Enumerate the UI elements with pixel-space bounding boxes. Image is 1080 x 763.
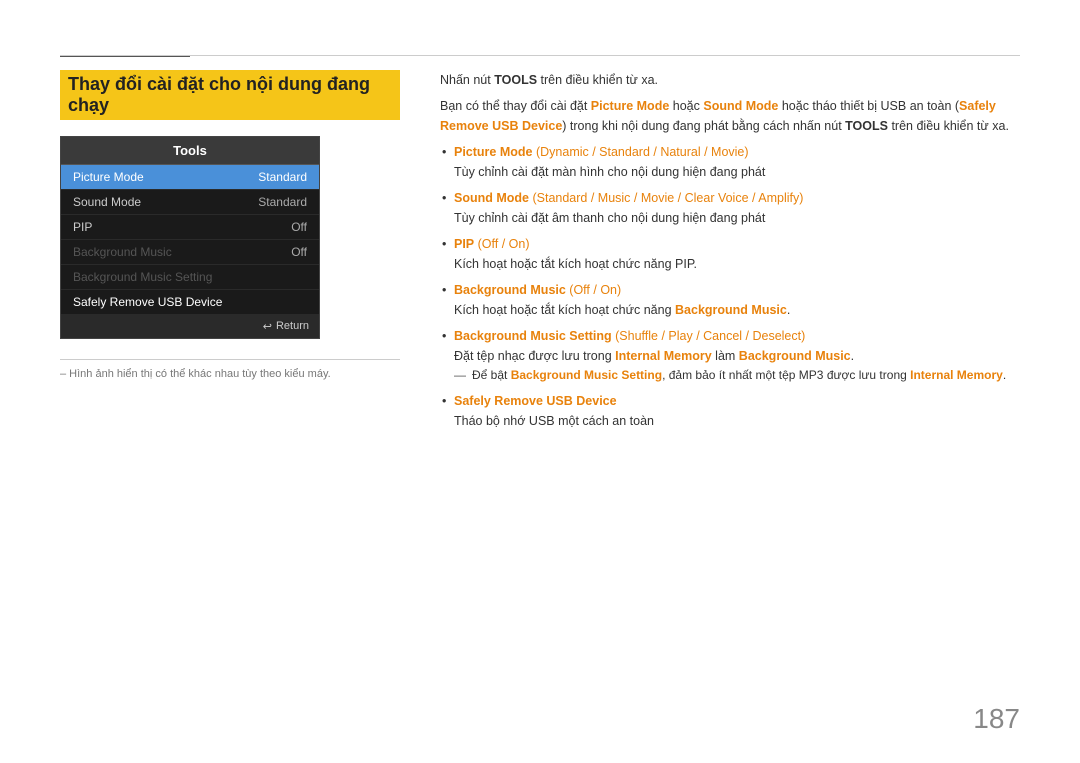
pip-desc: Kích hoạt hoặc tắt kích hoạt chức năng P…	[454, 257, 697, 271]
bullet-bg-music: Background Music (Off / On) Kích hoạt ho…	[440, 280, 1020, 320]
tools-footer: ↩ Return	[61, 315, 319, 338]
sm-options: (Standard / Music / Movie / Clear Voice …	[529, 191, 803, 205]
tools-item-label: Background Music Setting	[73, 270, 212, 284]
sm-desc: Tùy chỉnh cài đặt âm thanh cho nội dung …	[454, 211, 765, 225]
feature-list: Picture Mode (Dynamic / Standard / Natur…	[440, 142, 1020, 431]
bgm-desc: Kích hoạt hoặc tắt kích hoạt chức năng B…	[454, 303, 790, 317]
tools-item-label: Background Music	[73, 245, 172, 259]
tools-item-sound-mode[interactable]: Sound Mode Standard	[61, 190, 319, 215]
tools-item-label: PIP	[73, 220, 92, 234]
sound-mode-ref: Sound Mode	[703, 99, 778, 113]
bms-sub-ref: Background Music Setting	[511, 368, 662, 382]
section-title: Thay đổi cài đặt cho nội dung đang chạy	[60, 70, 400, 120]
tools-item-label: Picture Mode	[73, 170, 144, 184]
intro-line-1: Nhấn nút TOOLS trên điều khiển từ xa.	[440, 70, 1020, 90]
tools-item-value: Standard	[258, 195, 307, 209]
tools-item-pip[interactable]: PIP Off	[61, 215, 319, 240]
tools-item-safely-remove[interactable]: Safely Remove USB Device	[61, 290, 319, 315]
tools-item-bg-music-setting[interactable]: Background Music Setting	[61, 265, 319, 290]
tools-keyword-1: TOOLS	[494, 73, 537, 87]
bullet-sound-mode: Sound Mode (Standard / Music / Movie / C…	[440, 188, 1020, 228]
pm-label: Picture Mode	[454, 145, 533, 159]
page-container: Thay đổi cài đặt cho nội dung đang chạy …	[0, 0, 1080, 763]
return-icon: ↩	[263, 320, 272, 333]
bms-options: (Shuffle / Play / Cancel / Deselect)	[612, 329, 806, 343]
bgm-options: (Off / On)	[566, 283, 621, 297]
bullet-safely-remove: Safely Remove USB Device Tháo bộ nhớ USB…	[440, 391, 1020, 431]
tools-item-value: Off	[291, 220, 307, 234]
tools-item-bg-music[interactable]: Background Music Off	[61, 240, 319, 265]
footnote: – Hình ảnh hiển thị có thể khác nhau tùy…	[60, 359, 400, 380]
pm-desc: Tùy chỉnh cài đặt màn hình cho nội dung …	[454, 165, 765, 179]
return-label: Return	[276, 320, 309, 333]
bullet-picture-mode: Picture Mode (Dynamic / Standard / Natur…	[440, 142, 1020, 182]
bgm-label: Background Music	[454, 283, 566, 297]
tools-item-value: Off	[291, 245, 307, 259]
tools-item-label: Sound Mode	[73, 195, 141, 209]
right-column: Nhấn nút TOOLS trên điều khiển từ xa. Bạ…	[440, 70, 1020, 437]
tools-menu-title: Tools	[61, 137, 319, 165]
sub-note: Để bật Background Music Setting, đảm bảo…	[454, 366, 1020, 385]
left-column: Thay đổi cài đặt cho nội dung đang chạy …	[60, 70, 400, 437]
sr-label: Safely Remove USB Device	[454, 394, 617, 408]
intro-line-2: Bạn có thể thay đổi cài đặt Picture Mode…	[440, 96, 1020, 136]
bullet-pip: PIP (Off / On) Kích hoạt hoặc tắt kích h…	[440, 234, 1020, 274]
pip-options: (Off / On)	[474, 237, 529, 251]
tools-item-picture-mode[interactable]: Picture Mode Standard	[61, 165, 319, 190]
content-area: Thay đổi cài đặt cho nội dung đang chạy …	[60, 70, 1020, 437]
bgm-ref2: Background Music	[739, 349, 851, 363]
bms-label: Background Music Setting	[454, 329, 612, 343]
picture-mode-ref: Picture Mode	[591, 99, 670, 113]
sr-desc: Tháo bộ nhớ USB một cách an toàn	[454, 414, 654, 428]
sm-label: Sound Mode	[454, 191, 529, 205]
internal-memory-ref: Internal Memory	[615, 349, 712, 363]
bullet-bg-music-setting: Background Music Setting (Shuffle / Play…	[440, 326, 1020, 385]
page-number: 187	[973, 703, 1020, 735]
pip-label: PIP	[454, 237, 474, 251]
pm-options: (Dynamic / Standard / Natural / Movie)	[533, 145, 749, 159]
tools-item-value: Standard	[258, 170, 307, 184]
tools-menu: Tools Picture Mode Standard Sound Mode S…	[60, 136, 320, 339]
bgm-inline: Background Music	[675, 303, 787, 317]
bms-desc: Đặt tệp nhạc được lưu trong Internal Mem…	[454, 349, 854, 363]
tools-keyword-2: TOOLS	[845, 119, 888, 133]
im-sub-ref: Internal Memory	[910, 368, 1003, 382]
top-line	[60, 55, 1020, 56]
tools-item-label: Safely Remove USB Device	[73, 295, 222, 309]
